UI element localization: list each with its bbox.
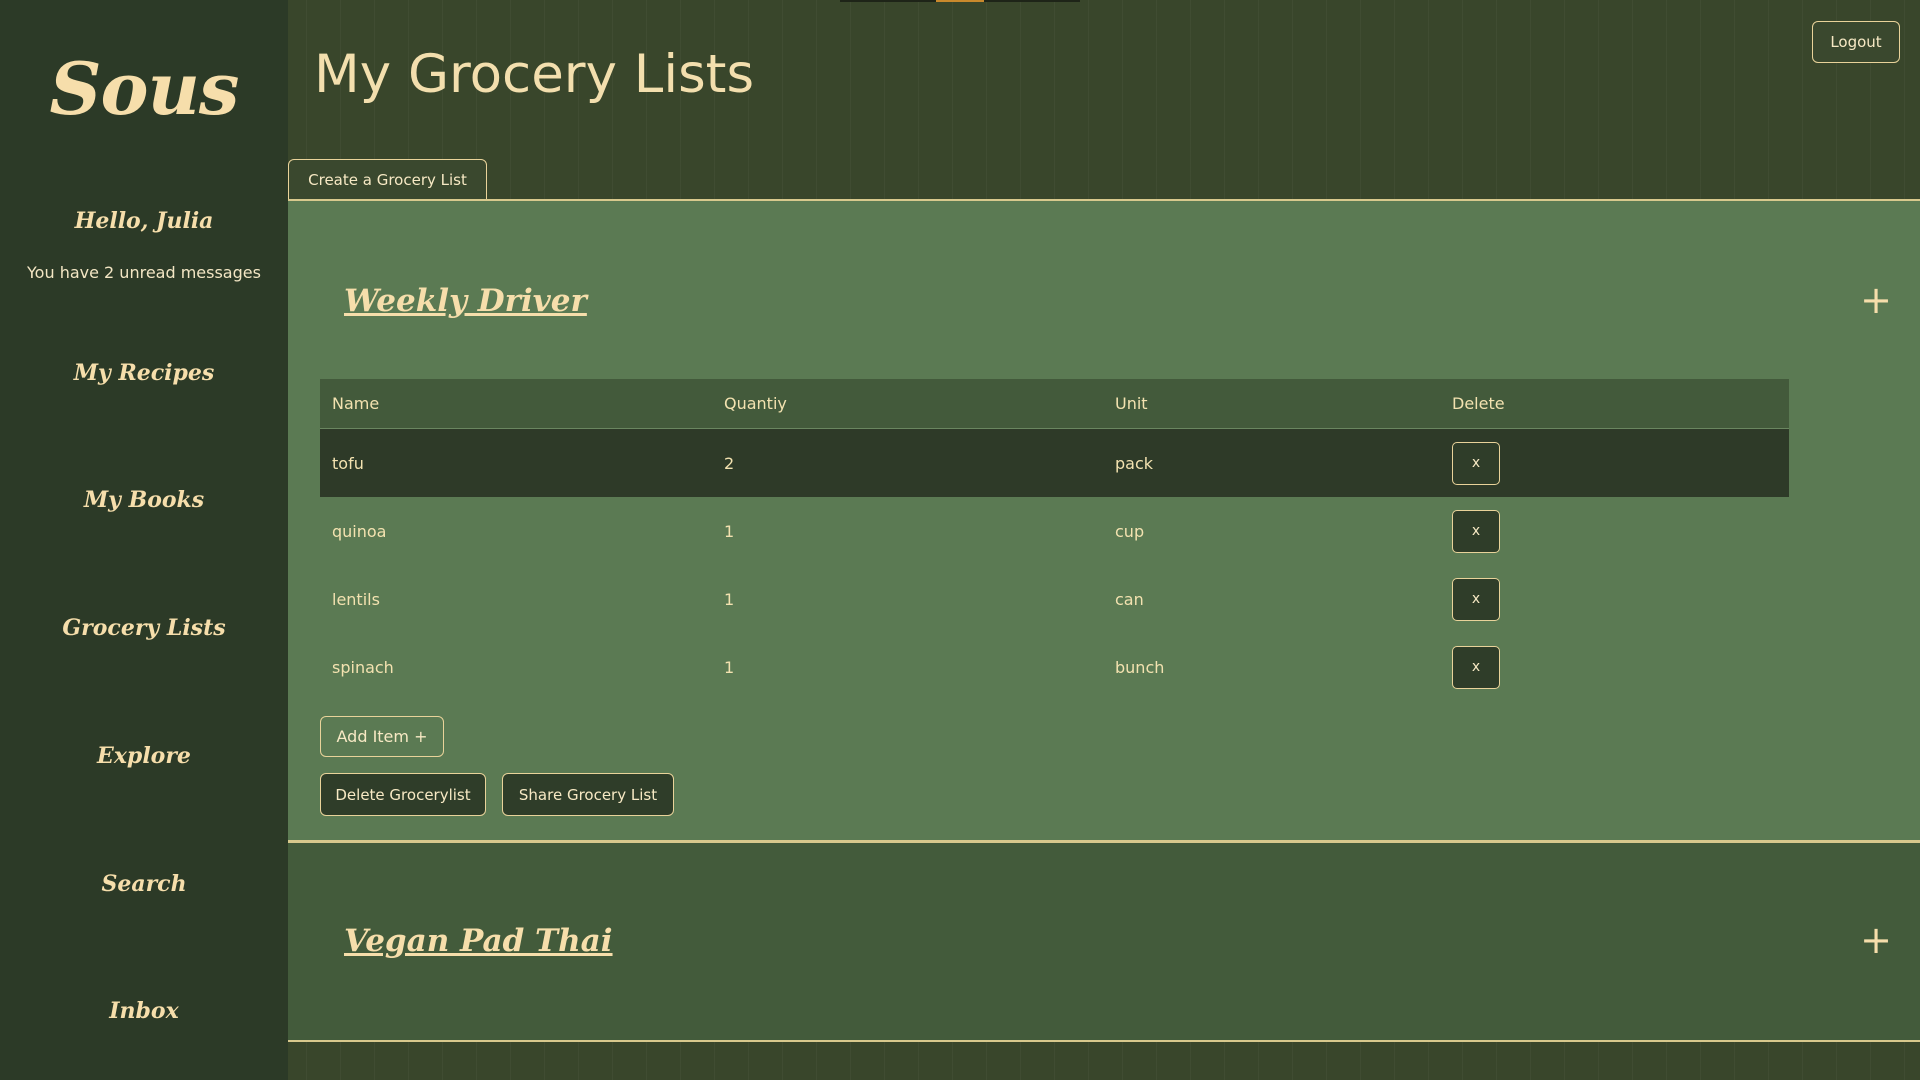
delete-item-button[interactable]: x <box>1452 645 1500 689</box>
column-header-name: Name <box>320 379 712 429</box>
item-delete-cell: x <box>1440 428 1789 497</box>
app-logo[interactable]: Sous <box>0 46 288 131</box>
grocery-list-title[interactable]: Weekly Driver <box>344 283 587 319</box>
item-delete-cell: x <box>1440 633 1789 701</box>
sidebar-item-inbox[interactable]: Inbox <box>0 998 288 1024</box>
sidebar-item-grocery-lists[interactable]: Grocery Lists <box>0 615 288 641</box>
unread-messages-text[interactable]: You have 2 unread messages <box>0 263 288 282</box>
delete-item-button[interactable]: x <box>1452 441 1500 485</box>
expand-plus-icon[interactable]: + <box>1860 921 1892 959</box>
grocery-list-title[interactable]: Vegan Pad Thai <box>344 923 613 959</box>
grocery-list-panel: Weekly Driver + Name Quantiy Unit Delete… <box>288 199 1920 842</box>
item-delete-cell: x <box>1440 497 1789 565</box>
item-quantity: 2 <box>712 428 1103 497</box>
logout-button[interactable]: Logout <box>1812 21 1900 63</box>
table-row: lentils 1 can x <box>320 565 1789 633</box>
grocery-list-panel-collapsed: Vegan Pad Thai + <box>288 841 1920 1042</box>
column-header-delete: Delete <box>1440 379 1789 429</box>
item-name: quinoa <box>332 521 387 541</box>
create-grocery-list-button[interactable]: Create a Grocery List <box>288 159 487 200</box>
add-item-button[interactable]: Add Item + <box>320 716 444 757</box>
sidebar: Sous Hello, Julia You have 2 unread mess… <box>0 0 288 1080</box>
item-name: lentils <box>332 589 380 609</box>
share-grocery-list-button[interactable]: Share Grocery List <box>502 773 674 816</box>
sidebar-item-explore[interactable]: Explore <box>0 743 288 769</box>
table-row: spinach 1 bunch x <box>320 633 1789 701</box>
delete-item-button[interactable]: x <box>1452 577 1500 621</box>
item-name: tofu <box>320 428 712 497</box>
sidebar-item-my-recipes[interactable]: My Recipes <box>0 360 288 386</box>
top-accent-bar <box>840 0 1080 2</box>
item-delete-cell: x <box>1440 565 1789 633</box>
column-header-unit: Unit <box>1103 379 1440 429</box>
item-quantity: 1 <box>724 589 735 609</box>
top-accent-mark <box>936 0 984 2</box>
expand-plus-icon[interactable]: + <box>1860 281 1892 319</box>
item-unit: pack <box>1103 428 1440 497</box>
column-header-quantity: Quantiy <box>712 379 1103 429</box>
table-row: tofu 2 pack x <box>320 428 1789 497</box>
item-unit: cup <box>1115 521 1145 541</box>
page-title: My Grocery Lists <box>314 44 755 105</box>
delete-item-button[interactable]: x <box>1452 509 1500 553</box>
user-greeting: Hello, Julia <box>74 208 214 234</box>
grocery-items-table: Name Quantiy Unit Delete tofu 2 pack x q… <box>320 379 1789 701</box>
sidebar-item-search[interactable]: Search <box>0 871 288 897</box>
item-unit: can <box>1115 589 1144 609</box>
item-quantity: 1 <box>724 521 735 541</box>
table-header-row: Name Quantiy Unit Delete <box>320 379 1789 429</box>
delete-grocery-list-button[interactable]: Delete Grocerylist <box>320 773 486 816</box>
sidebar-item-my-books[interactable]: My Books <box>0 487 288 513</box>
table-row: quinoa 1 cup x <box>320 497 1789 565</box>
item-name: spinach <box>332 657 394 677</box>
item-quantity: 1 <box>724 657 735 677</box>
item-unit: bunch <box>1115 657 1165 677</box>
